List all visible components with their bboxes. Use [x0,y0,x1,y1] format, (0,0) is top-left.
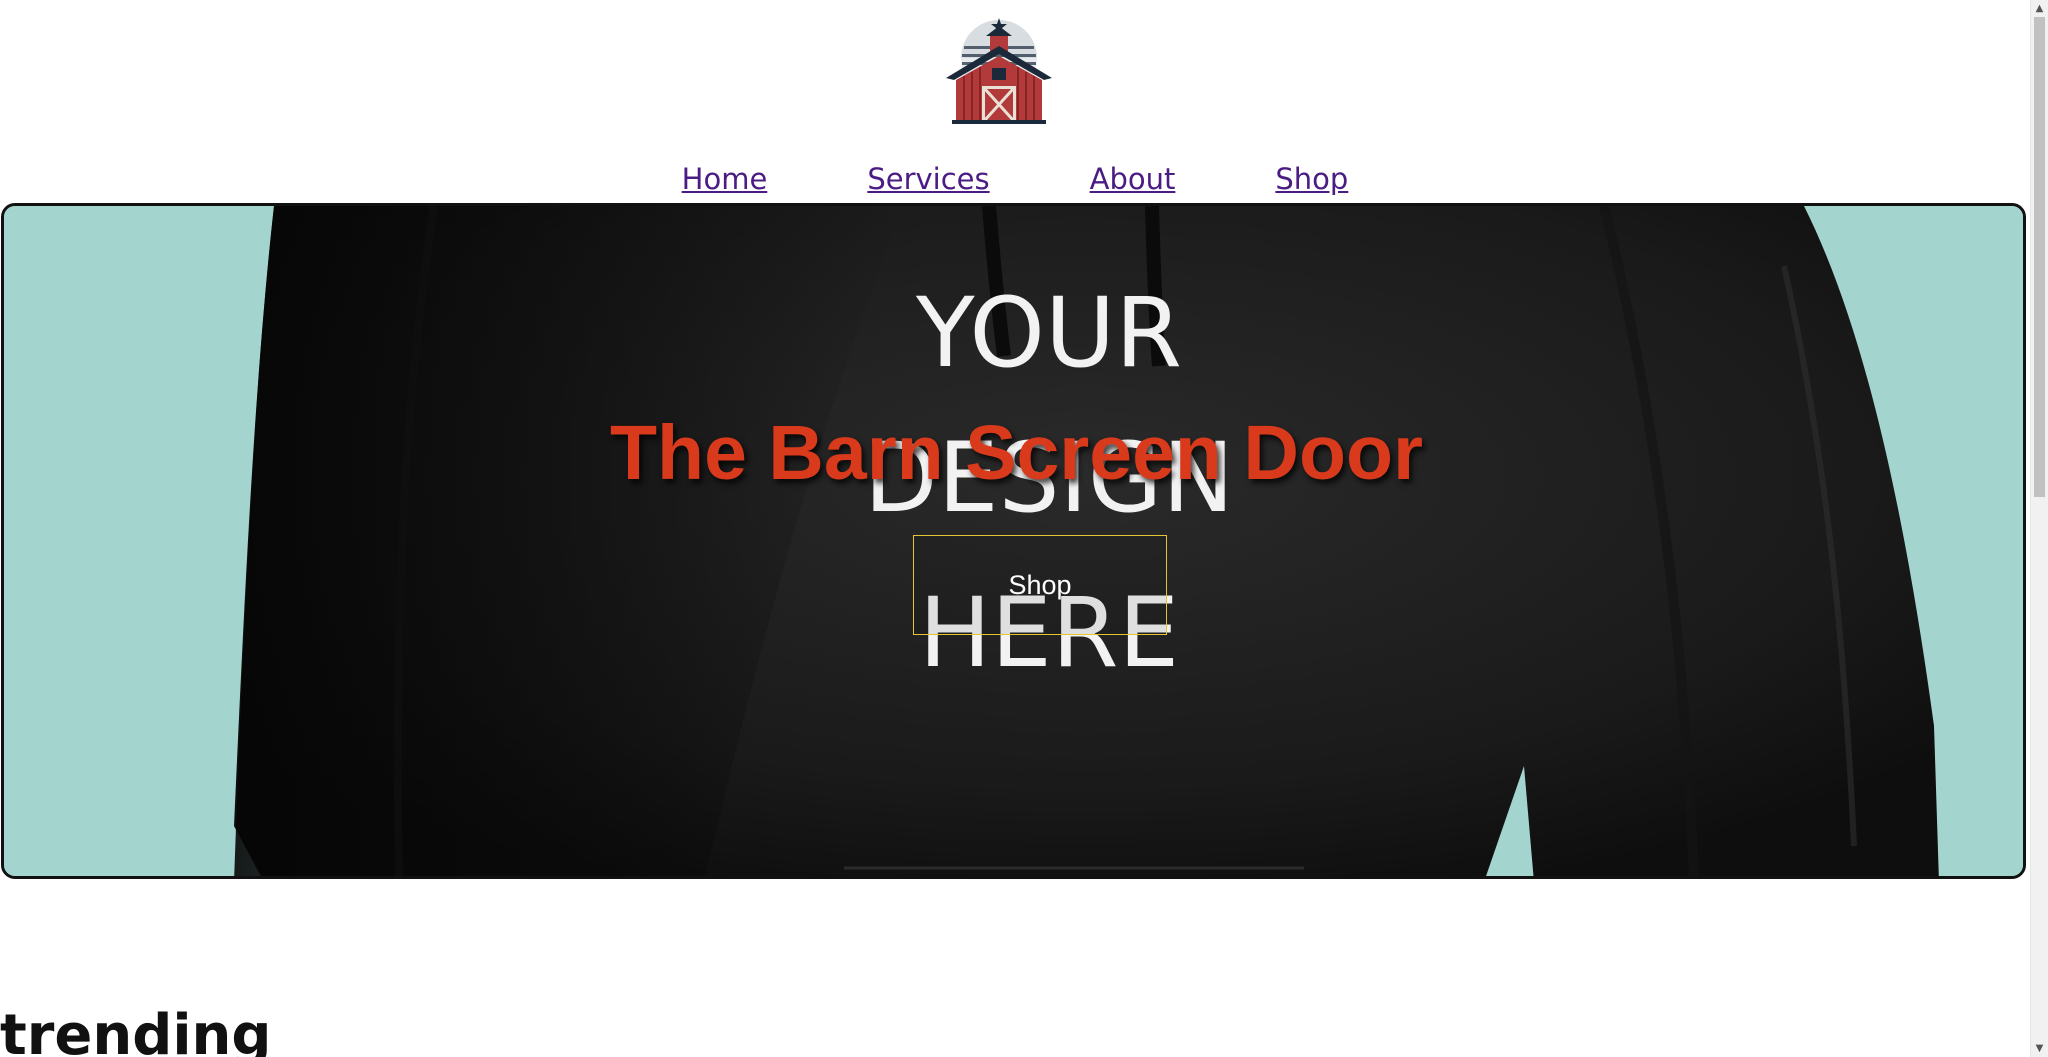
main-nav: Home Services About Shop [0,162,2030,196]
page-scrollbar[interactable]: ▲ ▼ [2030,0,2048,1057]
nav-link-services[interactable]: Services [867,162,989,196]
barn-logo-icon[interactable] [946,16,1052,124]
chevron-down-icon[interactable]: ▼ [2031,1040,2048,1057]
trending-heading: trending [0,1003,272,1057]
print-line-1: YOUR [915,277,1182,389]
page: Home Services About Shop YOUR DESIGN HER… [0,0,2048,1057]
nav-link-about[interactable]: About [1090,162,1176,196]
hero-shop-button[interactable]: Shop [913,535,1167,635]
nav-link-shop[interactable]: Shop [1275,162,1348,196]
nav-link-home[interactable]: Home [682,162,768,196]
hero-title: The Barn Screen Door [610,410,1423,496]
chevron-up-icon[interactable]: ▲ [2031,0,2048,17]
scrollbar-thumb[interactable] [2034,17,2045,497]
